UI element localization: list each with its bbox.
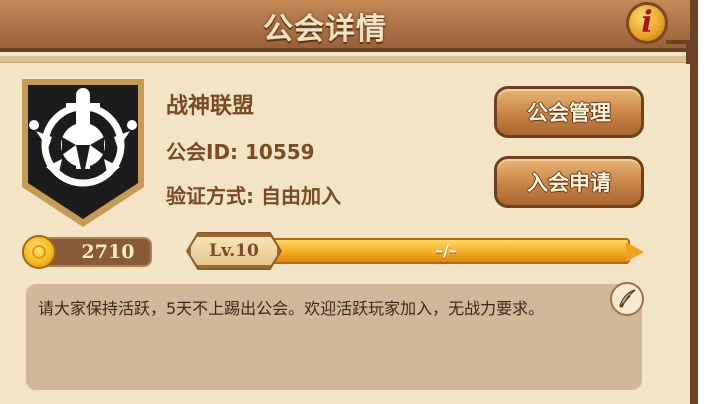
- coin-value: 2710: [81, 241, 135, 263]
- guild-manage-button[interactable]: 公会管理: [494, 86, 644, 138]
- level-bar-arrow: [626, 242, 644, 262]
- info-button[interactable]: i: [626, 2, 668, 44]
- guild-notice-text: 请大家保持活跃，5天不上踢出公会。欢迎活跃玩家加入，无战力要求。: [38, 299, 545, 318]
- verification-method: 验证方式: 自由加入: [166, 184, 341, 208]
- quill-pen-icon: [619, 289, 636, 308]
- guild-name: 战神联盟: [166, 94, 255, 119]
- level-progress-bar: –/–: [262, 238, 630, 264]
- level-label: Lv.10: [209, 241, 259, 261]
- coin-counter: 2710: [40, 237, 152, 267]
- level-badge: Lv.10: [188, 234, 280, 268]
- info-icon: i: [641, 5, 653, 40]
- gold-coin-icon: [22, 235, 56, 269]
- sword-shield-icon: [22, 79, 144, 227]
- guild-id: 公会ID: 10559: [166, 140, 315, 164]
- header-bar: 公会详情: [0, 0, 690, 52]
- join-requests-button[interactable]: 入会申请: [494, 156, 644, 208]
- header-divider: [0, 56, 690, 63]
- page-title: 公会详情: [263, 12, 387, 47]
- level-progress-text: –/–: [435, 241, 457, 260]
- guild-detail-panel: 公会详情 i 战神联盟 公会ID: 10559 验证方式: 自由加入 公会管理 …: [0, 0, 698, 404]
- edit-notice-button[interactable]: [610, 282, 644, 316]
- guild-notice-box: 请大家保持活跃，5天不上踢出公会。欢迎活跃玩家加入，无战力要求。: [26, 284, 642, 390]
- frame-corner-ornament: [666, 40, 690, 64]
